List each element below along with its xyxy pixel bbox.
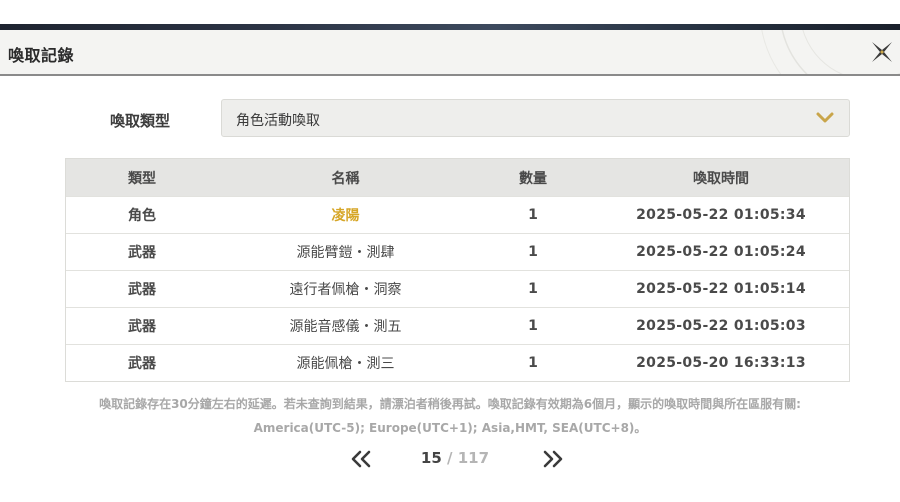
close-icon[interactable] — [868, 38, 896, 66]
header-ornament-icon — [761, 30, 900, 74]
pagination: 15 / 117 — [0, 447, 900, 471]
dialog-title: 喚取記錄 — [8, 46, 75, 65]
dialog-content: 喚取類型 角色活動喚取 類型 名稱 數量 喚取時間 角色 凌陽 1 2025-0… — [0, 76, 900, 502]
table-row: 武器 遠行者佩槍・洞察 1 2025-05-22 01:05:14 — [66, 270, 849, 307]
history-table: 類型 名稱 數量 喚取時間 角色 凌陽 1 2025-05-22 01:05:3… — [65, 158, 850, 382]
cell-name: 源能臂鎧・測肆 — [296, 245, 395, 261]
column-header-time: 喚取時間 — [693, 170, 749, 187]
table-row: 角色 凌陽 1 2025-05-22 01:05:34 — [66, 196, 849, 233]
cell-name: 源能音感儀・測五 — [289, 319, 402, 335]
table-row: 武器 源能音感儀・測五 1 2025-05-22 01:05:03 — [66, 307, 849, 344]
cell-time: 2025-05-22 01:05:03 — [636, 318, 806, 334]
double-chevron-right-icon[interactable] — [542, 449, 564, 469]
pull-type-select[interactable]: 角色活動喚取 — [221, 99, 850, 137]
cell-time: 2025-05-22 01:05:24 — [636, 244, 806, 260]
cell-type: 武器 — [128, 319, 156, 335]
cell-type: 武器 — [128, 245, 156, 261]
cell-time: 2025-05-22 01:05:34 — [636, 207, 806, 223]
select-value: 角色活動喚取 — [236, 113, 320, 129]
cell-type: 武器 — [128, 282, 156, 298]
page-indicator: 15 / 117 — [410, 449, 500, 467]
total-pages: 117 — [457, 449, 490, 467]
notice-line-2: America(UTC-5); Europe(UTC+1); Asia,HMT,… — [253, 421, 647, 435]
cell-name: 源能佩槍・測三 — [296, 356, 395, 372]
table-header: 類型 名稱 數量 喚取時間 — [66, 159, 849, 196]
notice-line-1: 喚取記錄存在30分鐘左右的延遲。若未查詢到結果，請漂泊者稍後再試。喚取記錄有效期… — [99, 397, 801, 411]
current-page: 15 — [420, 449, 442, 467]
page-separator: / — [447, 449, 453, 467]
table-row: 武器 源能臂鎧・測肆 1 2025-05-22 01:05:24 — [66, 233, 849, 270]
double-chevron-left-icon[interactable] — [350, 449, 372, 469]
filter-label: 喚取類型 — [110, 112, 171, 130]
cell-quantity: 1 — [528, 244, 538, 260]
cell-type: 武器 — [128, 356, 156, 372]
cell-type: 角色 — [128, 208, 156, 224]
cell-name: 凌陽 — [331, 208, 360, 224]
column-header-type: 類型 — [128, 170, 156, 187]
cell-time: 2025-05-20 16:33:13 — [636, 355, 806, 371]
cell-quantity: 1 — [528, 355, 538, 371]
cell-quantity: 1 — [528, 318, 538, 334]
chevron-down-icon — [816, 112, 834, 123]
cell-quantity: 1 — [528, 281, 538, 297]
column-header-name: 名稱 — [331, 170, 360, 187]
table-row: 武器 源能佩槍・測三 1 2025-05-20 16:33:13 — [66, 344, 849, 381]
cell-name: 遠行者佩槍・洞察 — [289, 282, 402, 298]
cell-time: 2025-05-22 01:05:14 — [636, 281, 806, 297]
dialog-header: 喚取記錄 — [0, 30, 900, 76]
cell-quantity: 1 — [528, 207, 538, 223]
column-header-quantity: 數量 — [519, 170, 547, 187]
delay-notice: 喚取記錄存在30分鐘左右的延遲。若未查詢到結果，請漂泊者稍後再試。喚取記錄有效期… — [40, 392, 860, 440]
